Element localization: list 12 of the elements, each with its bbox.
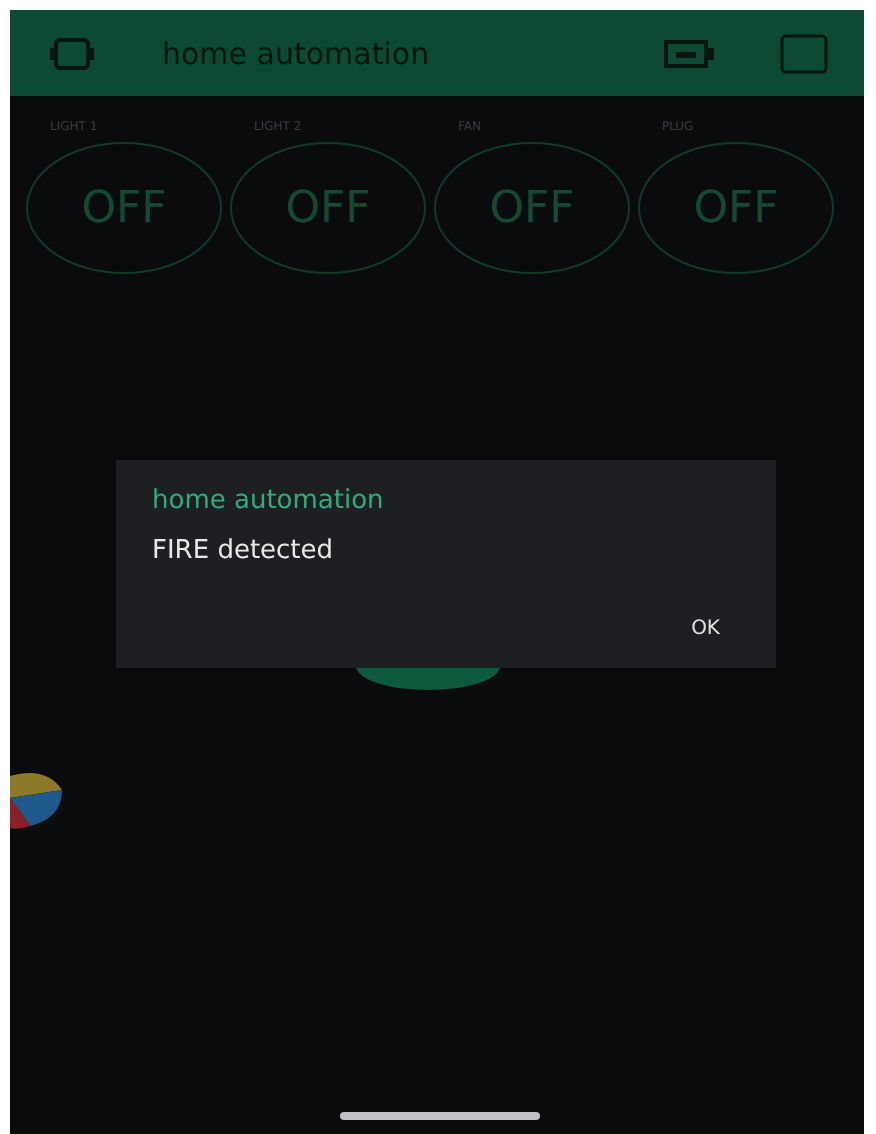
switch-button[interactable]: OFF — [26, 142, 222, 274]
battery-icon[interactable] — [664, 37, 716, 69]
device-icon[interactable] — [50, 35, 94, 71]
ok-button[interactable]: OK — [671, 610, 740, 648]
pie-icon — [10, 770, 62, 830]
switch-button[interactable]: OFF — [230, 142, 426, 274]
square-icon[interactable] — [780, 33, 828, 73]
switch-button[interactable]: OFF — [434, 142, 630, 274]
switch-button[interactable]: OFF — [638, 142, 834, 274]
home-indicator[interactable] — [340, 1112, 540, 1120]
dialog-title: home automation — [152, 486, 386, 516]
dialog-message: FIRE detected — [152, 536, 336, 566]
